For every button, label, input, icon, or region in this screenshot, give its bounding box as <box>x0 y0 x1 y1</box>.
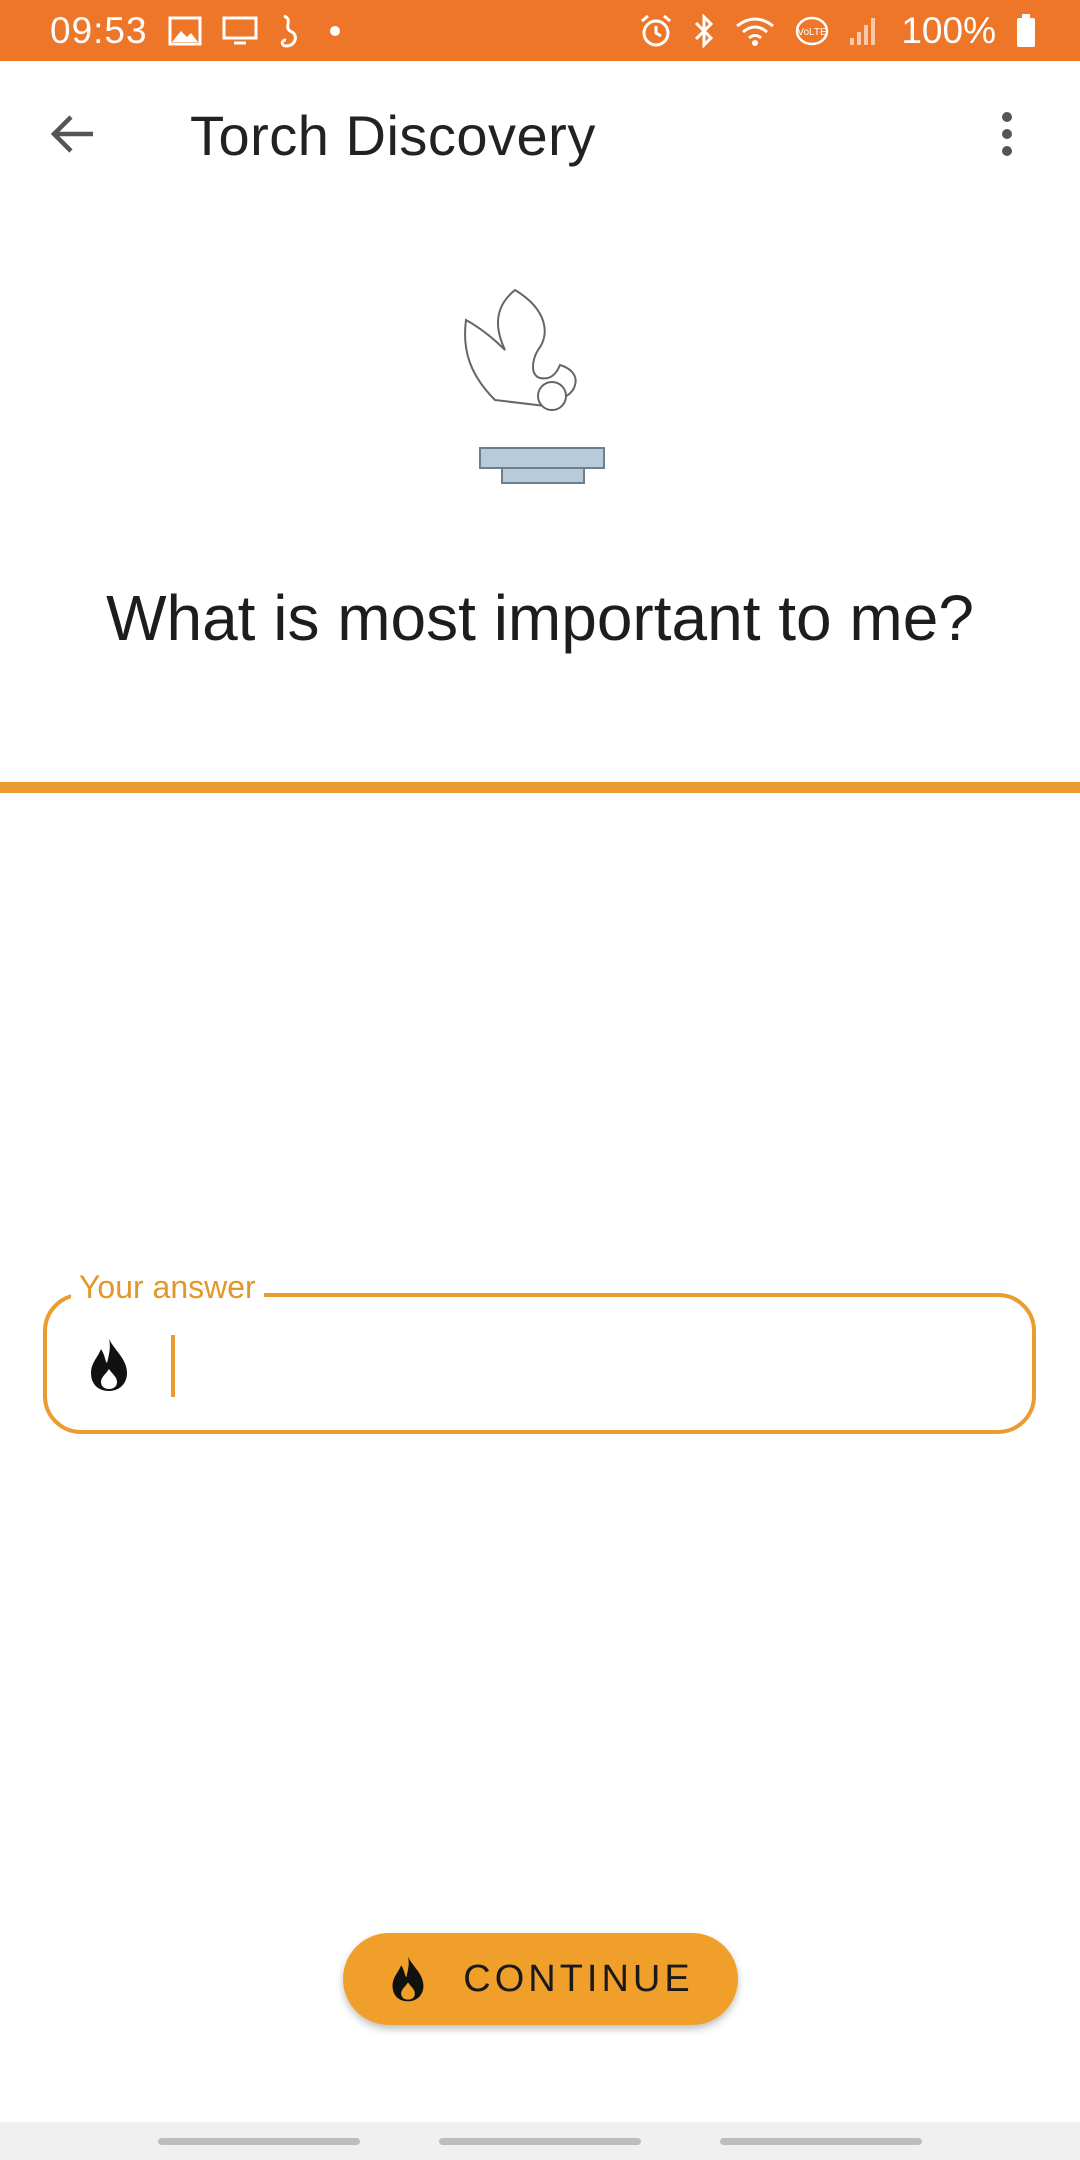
flame-icon <box>85 1337 133 1393</box>
svg-text:VoLTE: VoLTE <box>798 27 828 38</box>
status-time: 09:53 <box>50 9 148 51</box>
signal-icon <box>849 16 877 46</box>
torch-logo-icon <box>460 280 620 500</box>
image-icon <box>168 16 202 46</box>
navigation-bar <box>0 2122 1080 2160</box>
answer-field[interactable]: Your answer <box>43 1269 1036 1434</box>
question-text: What is most important to me? <box>106 582 974 654</box>
arrow-left-icon <box>50 115 93 153</box>
app-bar: Torch Discovery <box>0 61 1080 207</box>
text-caret <box>171 1335 175 1397</box>
torch-discovery-screen: 09:53 VoLTE 100% Torch Discovery What is… <box>0 0 1080 2160</box>
app-title: Torch Discovery <box>190 104 596 167</box>
flame-icon <box>387 1955 429 2003</box>
answer-input[interactable] <box>167 1327 997 1403</box>
wifi-icon <box>735 15 775 47</box>
battery-percent: 100% <box>901 9 996 51</box>
volte-icon: VoLTE <box>795 15 829 47</box>
battery-icon <box>1016 13 1036 48</box>
status-right: VoLTE 100% <box>639 10 1036 52</box>
more-vertical-icon <box>1002 112 1012 156</box>
continue-label: CONTINUE <box>463 1957 694 2000</box>
nav-home-handle[interactable] <box>439 2138 641 2145</box>
divider <box>0 782 1080 793</box>
back-button[interactable] <box>38 99 108 169</box>
samsung-health-icon <box>278 14 300 48</box>
status-bar: 09:53 VoLTE 100% <box>0 0 1080 61</box>
notification-dot-icon <box>329 25 340 36</box>
alarm-icon <box>639 14 673 48</box>
bluetooth-icon <box>693 13 715 48</box>
continue-button[interactable]: CONTINUE <box>343 1933 738 2025</box>
more-options-button[interactable] <box>972 99 1042 169</box>
cast-icon <box>222 16 258 46</box>
status-left: 09:53 <box>50 10 340 52</box>
answer-label: Your answer <box>71 1269 264 1306</box>
nav-recents-handle[interactable] <box>158 2138 360 2145</box>
nav-back-handle[interactable] <box>720 2138 922 2145</box>
